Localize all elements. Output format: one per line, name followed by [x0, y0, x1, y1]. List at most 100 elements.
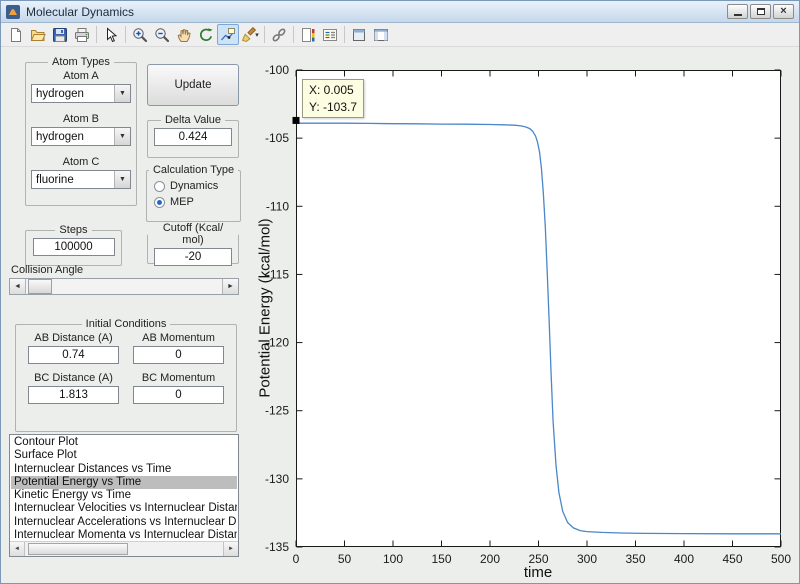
- list-item[interactable]: Kinetic Energy vs Time: [11, 489, 237, 502]
- data-cursor-button[interactable]: [217, 24, 239, 45]
- zoom-in-button[interactable]: [129, 24, 151, 45]
- scrollbar-left-arrow-icon[interactable]: ◄: [10, 542, 25, 556]
- plot-type-listbox[interactable]: Contour Plot Surface Plot Internuclear D…: [9, 434, 239, 557]
- ab-distance-input[interactable]: [28, 346, 119, 364]
- list-item[interactable]: Internuclear Distances vs Time: [11, 463, 237, 476]
- restore-button[interactable]: [750, 4, 771, 19]
- scrollbar-right-arrow-icon[interactable]: ►: [223, 542, 238, 556]
- collision-angle-slider[interactable]: ◄ ►: [9, 278, 239, 295]
- initial-conditions-panel: Initial Conditions AB Distance (A) AB Mo…: [15, 318, 237, 432]
- cutoff-title: Cutoff (Kcal/ mol): [148, 222, 238, 246]
- plot-svg[interactable]: 050100150200250300350400450500-135-130-1…: [296, 70, 781, 547]
- delta-value-input[interactable]: [154, 128, 232, 146]
- svg-text:-100: -100: [265, 63, 289, 77]
- insert-legend-button[interactable]: [319, 24, 341, 45]
- zoom-out-button[interactable]: [151, 24, 173, 45]
- svg-text:-130: -130: [265, 472, 289, 486]
- edit-plot-button[interactable]: [100, 24, 122, 45]
- rotate-3d-button[interactable]: [195, 24, 217, 45]
- hide-plot-tools-icon: [351, 27, 367, 43]
- close-button[interactable]: ×: [773, 4, 794, 19]
- mep-radio-label: MEP: [170, 196, 194, 208]
- list-item[interactable]: Internuclear Momenta vs Internuclear Dis…: [11, 529, 237, 541]
- list-item[interactable]: Surface Plot: [11, 449, 237, 462]
- minimize-button[interactable]: [727, 4, 748, 19]
- svg-text:400: 400: [674, 552, 694, 566]
- svg-text:350: 350: [625, 552, 645, 566]
- ab-distance-label: AB Distance (A): [28, 332, 119, 344]
- bc-distance-input[interactable]: [28, 386, 119, 404]
- slider-left-arrow-icon[interactable]: ◄: [10, 279, 26, 294]
- atom-a-label: Atom A: [31, 70, 131, 82]
- zoom-out-icon: [154, 27, 170, 43]
- show-plot-tools-icon: [373, 27, 389, 43]
- insert-colorbar-button[interactable]: [297, 24, 319, 45]
- atom-a-value: hydrogen: [32, 88, 114, 100]
- restore-icon: [757, 8, 765, 15]
- svg-text:450: 450: [722, 552, 742, 566]
- svg-text:500: 500: [771, 552, 791, 566]
- dynamics-radio-row[interactable]: Dynamics: [154, 180, 240, 192]
- ab-momentum-label: AB Momentum: [133, 332, 224, 344]
- svg-text:100: 100: [383, 552, 403, 566]
- plot-pane: Potential Energy (kcal/mol) 050100150200…: [251, 47, 799, 583]
- insert-colorbar-icon: [300, 27, 316, 43]
- atom-c-value: fluorine: [32, 174, 114, 186]
- atom-b-label: Atom B: [31, 113, 131, 125]
- brush-dropdown-icon[interactable]: ▾: [255, 31, 259, 39]
- svg-text:300: 300: [577, 552, 597, 566]
- cutoff-input[interactable]: [154, 248, 232, 266]
- calculation-type-panel: Calculation Type Dynamics MEP: [146, 164, 241, 222]
- scrollbar-thumb[interactable]: [28, 543, 128, 555]
- print-figure-button[interactable]: [71, 24, 93, 45]
- update-button[interactable]: Update: [147, 64, 239, 106]
- show-plot-tools-button[interactable]: [370, 24, 392, 45]
- svg-text:-120: -120: [265, 336, 289, 350]
- titlebar[interactable]: Molecular Dynamics ×: [1, 1, 799, 23]
- chevron-down-icon[interactable]: ▼: [114, 128, 130, 145]
- dynamics-radio[interactable]: [154, 181, 165, 192]
- scrollbar-track[interactable]: [25, 542, 223, 556]
- atom-a-dropdown[interactable]: hydrogen ▼: [31, 84, 131, 103]
- chevron-down-icon[interactable]: ▼: [114, 171, 130, 188]
- edit-plot-icon: [103, 27, 119, 43]
- toolbar-separator: [264, 26, 265, 43]
- figure-canvas: Atom Types Atom A hydrogen ▼ Atom B hydr…: [1, 47, 799, 583]
- list-item[interactable]: Internuclear Accelerations vs Internucle…: [11, 516, 237, 529]
- slider-right-arrow-icon[interactable]: ►: [222, 279, 238, 294]
- open-file-icon: [30, 27, 46, 43]
- svg-text:0: 0: [293, 552, 300, 566]
- save-figure-button[interactable]: [49, 24, 71, 45]
- datatip[interactable]: X: 0.005 Y: -103.7: [302, 79, 364, 117]
- listbox-horizontal-scrollbar[interactable]: ◄ ►: [10, 541, 238, 556]
- link-plot-button[interactable]: [268, 24, 290, 45]
- new-figure-button[interactable]: [5, 24, 27, 45]
- atom-b-dropdown[interactable]: hydrogen ▼: [31, 127, 131, 146]
- open-file-button[interactable]: [27, 24, 49, 45]
- datatip-x-value: X: 0.005: [309, 82, 357, 98]
- mep-radio[interactable]: [154, 197, 165, 208]
- svg-text:-115: -115: [266, 267, 289, 281]
- atom-c-dropdown[interactable]: fluorine ▼: [31, 170, 131, 189]
- bc-momentum-input[interactable]: [133, 386, 224, 404]
- save-figure-icon: [52, 27, 68, 43]
- axes[interactable]: 050100150200250300350400450500-135-130-1…: [296, 70, 781, 547]
- list-item[interactable]: Internuclear Velocities vs Internuclear …: [11, 502, 237, 515]
- ab-momentum-input[interactable]: [133, 346, 224, 364]
- list-item[interactable]: Potential Energy vs Time: [11, 476, 237, 489]
- pan-button[interactable]: [173, 24, 195, 45]
- hide-plot-tools-button[interactable]: [348, 24, 370, 45]
- chevron-down-icon[interactable]: ▼: [114, 85, 130, 102]
- svg-text:-135: -135: [265, 540, 289, 554]
- bc-distance-label: BC Distance (A): [28, 372, 119, 384]
- toolbar-separator: [125, 26, 126, 43]
- slider-thumb[interactable]: [28, 279, 52, 294]
- brush-button[interactable]: ▾: [239, 24, 261, 45]
- mep-radio-row[interactable]: MEP: [154, 196, 240, 208]
- steps-input[interactable]: [33, 238, 115, 256]
- figure-toolbar: ▾: [1, 23, 799, 47]
- x-axis-label: time: [524, 564, 552, 581]
- list-item[interactable]: Contour Plot: [11, 436, 237, 449]
- slider-track[interactable]: [26, 279, 222, 294]
- zoom-in-icon: [132, 27, 148, 43]
